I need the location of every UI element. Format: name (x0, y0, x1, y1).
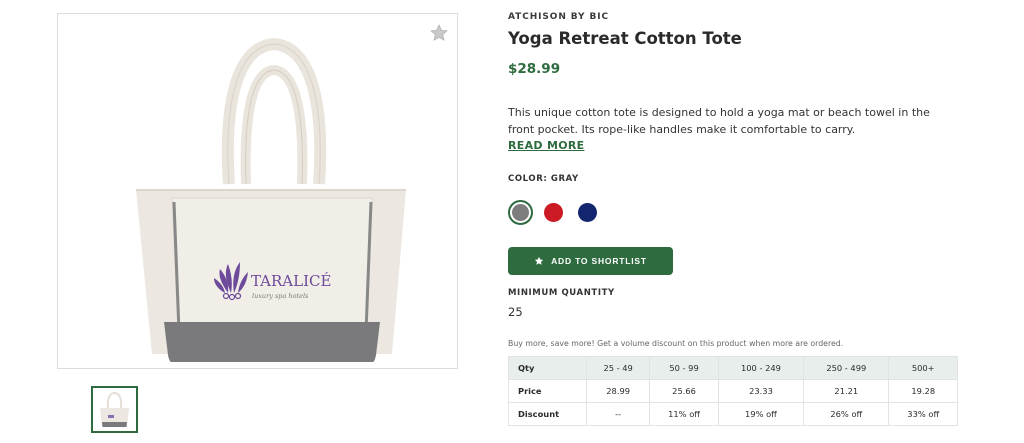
pricing-header-cell: 25 - 49 (585, 356, 651, 380)
add-to-shortlist-button[interactable]: ADD TO SHORTLIST (508, 247, 673, 275)
price-cell: 19.28 (888, 379, 958, 403)
pricing-header-cell: 250 - 499 (803, 356, 890, 380)
pricing-table: Qty 25 - 49 50 - 99 100 - 249 250 - 499 … (508, 356, 958, 426)
discount-row-label: Discount (508, 402, 587, 426)
brand-name: ATCHISON BY BIC (508, 12, 610, 22)
price-cell: 21.21 (803, 379, 890, 403)
star-icon (534, 256, 544, 265)
price-cell: 28.99 (585, 379, 651, 403)
svg-text:luxury spa hotels: luxury spa hotels (252, 292, 309, 300)
product-title: Yoga Retreat Cotton Tote (508, 29, 742, 48)
pricing-header-cell: 500+ (888, 356, 958, 380)
svg-text:TARALICÉ: TARALICÉ (251, 272, 331, 290)
color-label: COLOR: GRAY (508, 174, 579, 184)
product-thumbnail[interactable] (91, 386, 138, 433)
color-swatch-red[interactable] (544, 203, 563, 222)
discount-cell: 33% off (888, 402, 958, 426)
pricing-header-cell: 50 - 99 (649, 356, 719, 380)
color-swatch-navy[interactable] (578, 203, 597, 222)
price-cell: 23.33 (717, 379, 805, 403)
product-image-main[interactable]: TARALICÉ luxury spa hotels (57, 13, 458, 369)
volume-discount-note: Buy more, save more! Get a volume discou… (508, 339, 844, 348)
minimum-quantity-label: MINIMUM QUANTITY (508, 288, 615, 298)
read-more-link[interactable]: READ MORE (508, 139, 584, 152)
price-cell: 25.66 (649, 379, 719, 403)
add-to-shortlist-label: ADD TO SHORTLIST (551, 256, 647, 266)
minimum-quantity-value: 25 (508, 305, 523, 319)
discount-cell: -- (585, 402, 651, 426)
price-row: Price 28.99 25.66 23.33 21.21 19.28 (508, 379, 958, 403)
product-description: This unique cotton tote is designed to h… (508, 106, 930, 136)
star-outline-icon[interactable] (429, 23, 449, 43)
discount-cell: 11% off (649, 402, 719, 426)
discount-cell: 26% off (803, 402, 890, 426)
pricing-header-cell: Qty (508, 356, 587, 380)
color-swatch-gray[interactable] (508, 200, 533, 225)
pricing-header-cell: 100 - 249 (717, 356, 805, 380)
tote-thumbnail-image (100, 391, 129, 427)
price-row-label: Price (508, 379, 587, 403)
product-price: $28.99 (508, 61, 561, 77)
tote-bag-image: TARALICÉ luxury spa hotels (136, 37, 406, 362)
pricing-header-row: Qty 25 - 49 50 - 99 100 - 249 250 - 499 … (508, 356, 958, 380)
discount-cell: 19% off (717, 402, 805, 426)
discount-row: Discount -- 11% off 19% off 26% off 33% … (508, 402, 958, 426)
